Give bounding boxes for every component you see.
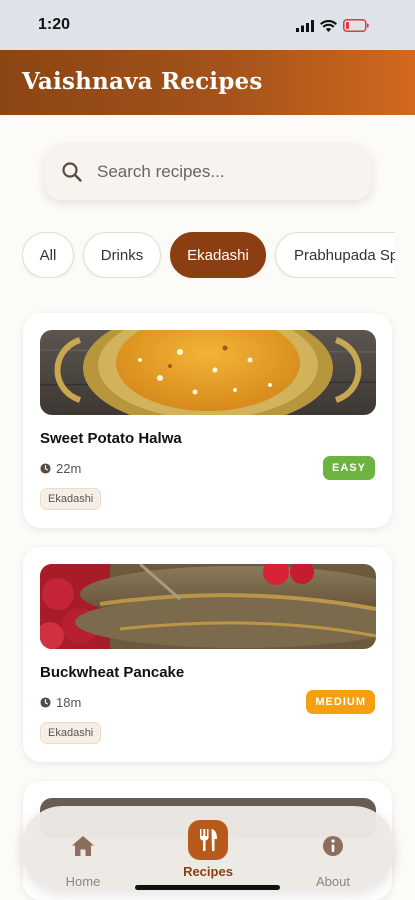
utensils-icon bbox=[188, 820, 228, 860]
battery-icon bbox=[343, 19, 369, 32]
chip-drinks[interactable]: Drinks bbox=[83, 232, 161, 278]
status-bar: 1:20 bbox=[0, 0, 415, 50]
tab-label: About bbox=[316, 874, 350, 889]
recipe-image bbox=[40, 330, 376, 415]
home-indicator bbox=[135, 885, 280, 890]
recipe-tag: Ekadashi bbox=[40, 488, 102, 510]
chip-all[interactable]: All bbox=[22, 232, 74, 278]
recipe-image bbox=[40, 564, 376, 649]
recipe-title: Sweet Potato Halwa bbox=[40, 430, 182, 447]
clock-icon bbox=[40, 697, 51, 708]
home-icon bbox=[63, 826, 103, 866]
search-input[interactable] bbox=[97, 161, 337, 182]
recipe-card[interactable]: Sweet Potato Halwa 22m EASY Ekadashi bbox=[23, 313, 392, 528]
category-filters: All Drinks Ekadashi Prabhupada Sp bbox=[22, 232, 395, 278]
recipe-time: 22m bbox=[40, 461, 81, 476]
tab-label: Recipes bbox=[183, 864, 233, 879]
chip-prabhupada-special[interactable]: Prabhupada Sp bbox=[275, 232, 395, 278]
recipe-time-value: 22m bbox=[56, 461, 82, 476]
clock-icon bbox=[40, 463, 51, 474]
app-header: Vaishnava Recipes bbox=[0, 50, 415, 115]
difficulty-badge: MEDIUM bbox=[306, 690, 375, 714]
recipe-title: Buckwheat Pancake bbox=[40, 664, 185, 681]
search-icon bbox=[62, 161, 82, 182]
bottom-tab-bar: Home Recipes About bbox=[22, 806, 394, 890]
recipe-tag: Ekadashi bbox=[40, 722, 102, 744]
search-bar[interactable] bbox=[44, 143, 372, 200]
status-icons bbox=[296, 19, 369, 32]
difficulty-badge: EASY bbox=[323, 456, 375, 480]
tab-home[interactable]: Home bbox=[28, 806, 138, 890]
page-title: Vaishnava Recipes bbox=[22, 68, 263, 95]
recipe-card[interactable]: Buckwheat Pancake 18m MEDIUM Ekadashi bbox=[23, 547, 392, 762]
tab-label: Home bbox=[65, 874, 101, 889]
status-time: 1:20 bbox=[38, 16, 71, 33]
wifi-icon bbox=[320, 19, 337, 32]
info-icon bbox=[313, 826, 353, 866]
chip-ekadashi[interactable]: Ekadashi bbox=[170, 232, 266, 278]
tab-about[interactable]: About bbox=[278, 806, 388, 890]
tab-recipes[interactable]: Recipes bbox=[153, 806, 263, 890]
signal-icon bbox=[296, 19, 314, 32]
recipe-time: 18m bbox=[40, 695, 81, 710]
recipe-time-value: 18m bbox=[56, 695, 82, 710]
